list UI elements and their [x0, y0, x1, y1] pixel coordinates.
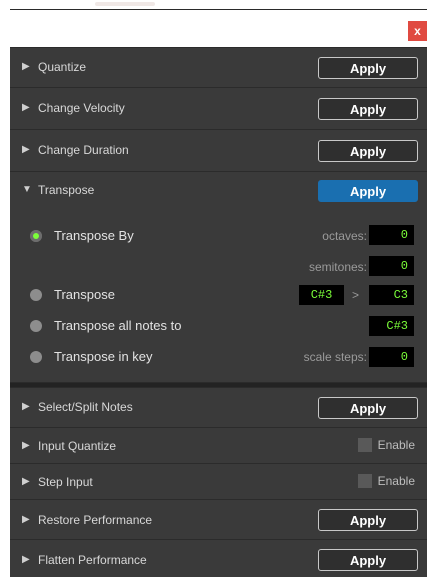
- collapse-arrow-icon[interactable]: ▼: [22, 184, 32, 195]
- input-quantize-checkbox[interactable]: [357, 438, 372, 452]
- section-title: Change Duration: [38, 143, 129, 157]
- change-velocity-apply-button[interactable]: Apply: [318, 98, 418, 120]
- expand-arrow-icon[interactable]: ▶: [22, 102, 30, 113]
- section-transpose[interactable]: ▼ Transpose Apply: [10, 171, 427, 210]
- scale-steps-field[interactable]: 0: [369, 347, 414, 367]
- expand-arrow-icon[interactable]: ▶: [22, 144, 30, 155]
- transpose-by-label[interactable]: Transpose By: [54, 228, 134, 243]
- section-restore-performance[interactable]: ▶ Restore Performance Apply: [10, 499, 427, 539]
- step-input-checkbox[interactable]: [357, 474, 372, 488]
- from-note-field[interactable]: C#3: [299, 285, 344, 305]
- section-step-input[interactable]: ▶ Step Input Enable: [10, 463, 427, 499]
- section-title: Select/Split Notes: [38, 400, 133, 414]
- arrow-symbol: >: [352, 288, 360, 302]
- close-icon: x: [414, 24, 421, 38]
- octaves-label: octaves:: [322, 229, 367, 243]
- transpose-label[interactable]: Transpose: [54, 287, 115, 302]
- section-flatten-performance[interactable]: ▶ Flatten Performance Apply: [10, 539, 427, 577]
- midi-tools-panel: ▶ Quantize Apply ▶ Change Velocity Apply…: [10, 47, 427, 577]
- section-change-duration[interactable]: ▶ Change Duration Apply: [10, 129, 427, 171]
- transpose-by-radio[interactable]: [30, 230, 42, 242]
- expand-arrow-icon[interactable]: ▶: [22, 440, 30, 451]
- change-duration-apply-button[interactable]: Apply: [318, 140, 418, 162]
- section-title: Transpose: [38, 183, 95, 197]
- transpose-apply-button[interactable]: Apply: [318, 180, 418, 202]
- input-quantize-enable[interactable]: Enable: [357, 438, 415, 452]
- all-notes-to-field[interactable]: C#3: [369, 316, 414, 336]
- select-split-apply-button[interactable]: Apply: [318, 397, 418, 419]
- section-quantize[interactable]: ▶ Quantize Apply: [10, 47, 427, 87]
- restore-performance-apply-button[interactable]: Apply: [318, 509, 418, 531]
- titlebar-divider: [10, 9, 427, 10]
- section-title: Input Quantize: [38, 439, 117, 453]
- enable-label: Enable: [377, 474, 415, 488]
- section-title: Restore Performance: [38, 513, 153, 527]
- semitones-field[interactable]: 0: [369, 256, 414, 276]
- transpose-all-radio[interactable]: [30, 320, 42, 332]
- section-change-velocity[interactable]: ▶ Change Velocity Apply: [10, 87, 427, 129]
- step-input-enable[interactable]: Enable: [357, 474, 415, 488]
- transpose-options: Transpose By octaves: 0 semitones: 0 Tra…: [10, 210, 427, 383]
- expand-arrow-icon[interactable]: ▶: [22, 554, 30, 565]
- enable-label: Enable: [377, 438, 415, 452]
- expand-arrow-icon[interactable]: ▶: [22, 401, 30, 412]
- section-title: Quantize: [38, 60, 87, 74]
- expand-arrow-icon[interactable]: ▶: [22, 476, 30, 487]
- section-title: Flatten Performance: [38, 553, 147, 567]
- transpose-in-key-label[interactable]: Transpose in key: [54, 349, 153, 364]
- scale-steps-label: scale steps:: [303, 350, 367, 364]
- semitones-label: semitones:: [308, 260, 367, 274]
- expand-arrow-icon[interactable]: ▶: [22, 61, 30, 72]
- transpose-radio[interactable]: [30, 289, 42, 301]
- section-select-split-notes[interactable]: ▶ Select/Split Notes Apply: [10, 387, 427, 427]
- titlebar-decoration: [95, 2, 155, 6]
- section-input-quantize[interactable]: ▶ Input Quantize Enable: [10, 427, 427, 463]
- quantize-apply-button[interactable]: Apply: [318, 57, 418, 79]
- to-note-field[interactable]: C3: [369, 285, 414, 305]
- expand-arrow-icon[interactable]: ▶: [22, 514, 30, 525]
- octaves-field[interactable]: 0: [369, 225, 414, 245]
- transpose-all-label[interactable]: Transpose all notes to: [54, 318, 181, 333]
- window-titlebar: x: [0, 0, 427, 47]
- section-title: Step Input: [38, 475, 93, 489]
- close-button[interactable]: x: [408, 21, 427, 41]
- transpose-in-key-radio[interactable]: [30, 351, 42, 363]
- section-title: Change Velocity: [38, 101, 125, 115]
- flatten-performance-apply-button[interactable]: Apply: [318, 549, 418, 571]
